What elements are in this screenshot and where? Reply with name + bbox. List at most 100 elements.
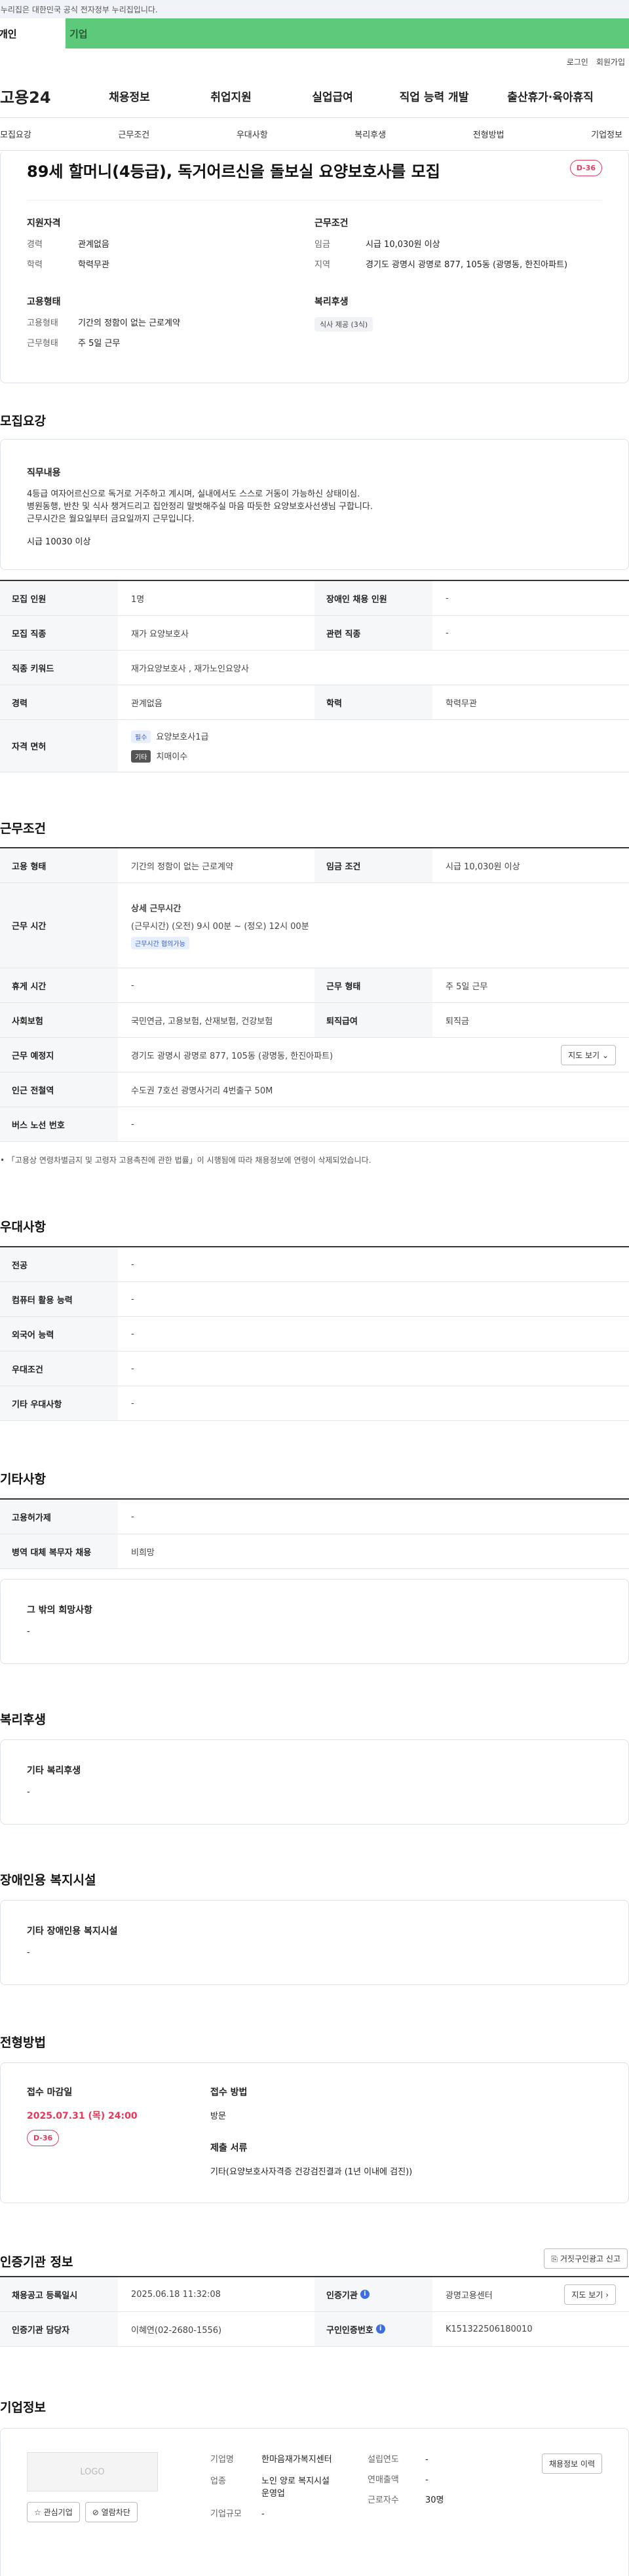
anchor-recruit[interactable]: 모집요강 (0, 128, 31, 140)
global-nav: 고용24 채용정보 취업지원 실업급여 직업 능력 개발 출산휴가·육아휴직 (0, 75, 629, 118)
retirement-label: 퇴직급여 (314, 1003, 432, 1037)
reg-date-label: 채용공고 등록일시 (0, 2277, 118, 2311)
site-logo[interactable]: 고용24 (0, 85, 79, 107)
anchor-benefit[interactable]: 복리후생 (354, 128, 386, 140)
license-value: 치매이수 (156, 751, 188, 762)
keyword-label: 직종 키워드 (0, 651, 118, 685)
disabled-count-label: 장애인 채용 인원 (314, 581, 432, 615)
signup-link[interactable]: 회원가입 (596, 56, 625, 67)
deadline-value: 2025.07.31 (목) 24:00 (27, 2111, 138, 2121)
gnb-item-jobs[interactable]: 채용정보 (79, 88, 180, 104)
hours-heading: 상세 근무시간 (131, 904, 181, 914)
gnb-item-training[interactable]: 직업 능력 개발 (383, 88, 485, 104)
emp-type-label: 고용형태 (27, 318, 58, 328)
form-label: 근무 형태 (314, 968, 432, 1002)
agency-value: 광명고용센터 (446, 2290, 493, 2301)
pref-cond-value: - (131, 1363, 134, 1374)
company-size-label: 기업규모 (210, 2509, 242, 2519)
dday-badge: D-36 (569, 160, 602, 176)
military-label: 병역 대체 복무자 채용 (0, 1534, 118, 1568)
founded-label: 설립연도 (368, 2455, 399, 2465)
agency-map-button[interactable]: 지도 보기 › (564, 2284, 616, 2305)
audience-corporate-tab[interactable]: 기업 (66, 18, 629, 48)
recruit-count-label: 모집 인원 (0, 581, 118, 615)
benefit-heading: 기타 복리후생 (27, 1766, 81, 1776)
duty-wage: 시급 10030 이상 (27, 537, 91, 547)
auth-number-label: 구인인증번호 i (314, 2312, 432, 2346)
language-value: - (131, 1329, 134, 1339)
duty-heading: 직무내용 (27, 468, 61, 478)
recruit-table: 모집 인원 1명 장애인 채용 인원 - 모집 직종 재가 요양보호사 관련 직종 - 직종… (0, 580, 629, 772)
emp-type-value: 기간의 정함이 없는 근로계약 (78, 318, 180, 328)
career-row-value: 관계없음 (131, 698, 162, 709)
block-view-button[interactable]: ⊘ 열람차단 (85, 2502, 138, 2522)
major-label: 전공 (0, 1247, 118, 1281)
pref-table: 전공 - 컴퓨터 활용 능력 - 외국어 능력 - 우대조건 - 기타 우대사항 - (0, 1246, 629, 1421)
work-form-label: 근무형태 (27, 339, 58, 349)
report-fake-ad-button[interactable]: ⎘ 거짓구인광고 신고 (544, 2248, 628, 2269)
wage-cond-value: 시급 10,030원 이상 (446, 862, 520, 872)
screen-section-title: 전형방법 (0, 2036, 46, 2050)
recruit-section-title: 모집요강 (0, 414, 46, 428)
method-value: 방문 (210, 2112, 226, 2121)
map-button[interactable]: 지도 보기 ⌄ (561, 1044, 616, 1065)
qual-heading: 지원자격 (27, 218, 61, 229)
insurance-label: 사회보험 (0, 1003, 118, 1037)
disabled-count-value: - (446, 593, 449, 603)
pc-skill-label: 컴퓨터 활용 능력 (0, 1282, 118, 1316)
audience-individual-tab[interactable]: 개인 (0, 18, 66, 48)
emp-heading: 고용형태 (27, 297, 61, 307)
screen-box: 접수 마감일 2025.07.31 (목) 24:00 D-36 접수 방법 방… (0, 2062, 629, 2203)
industry-label: 업종 (210, 2476, 226, 2486)
hours-chip: 근무시간 협의가능 (131, 937, 189, 949)
login-link[interactable]: 로그인 (567, 56, 588, 67)
gnb-item-unemployment[interactable]: 실업급여 (282, 88, 383, 104)
manager-value: 이혜연(02-2680-1556) (131, 2325, 222, 2336)
edu-row-label: 학력 (314, 685, 432, 719)
other-badge: 기타 (131, 749, 151, 763)
deadline-dday: D-36 (27, 2130, 60, 2146)
other-section-title: 기타사항 (0, 1472, 46, 1487)
disab-box: 기타 장애인용 복지시설 - (0, 1900, 629, 1985)
region-value: 경기도 광명시 광명로 877, 105동 (광명동, 한진아파트) (366, 260, 568, 270)
welfare-chip: 식사 제공 (3식) (314, 317, 373, 331)
edu-value: 학력무관 (78, 260, 109, 270)
anchor-work[interactable]: 근무조건 (118, 128, 149, 140)
auth-number-value: K151322506180010 (446, 2324, 533, 2334)
duty-line: 4등급 여자어르신으로 독거로 거주하고 계시며, 실내에서도 스스로 거동이 … (27, 489, 360, 499)
anchor-screen[interactable]: 전형방법 (473, 128, 505, 140)
company-name-label: 기업명 (210, 2455, 234, 2465)
edu-label: 학력 (27, 260, 43, 270)
favorite-company-button[interactable]: ☆ 관심기업 (27, 2502, 80, 2522)
company-section-title: 기업정보 (0, 2400, 46, 2415)
subway-label: 인근 전철역 (0, 1072, 118, 1107)
utility-links: 로그인 회원가입 (0, 48, 629, 75)
pc-skill-value: - (131, 1294, 134, 1304)
duty-box: 직무내용 4등급 여자어르신으로 독거로 거주하고 계시며, 실내에서도 스스로… (0, 439, 629, 570)
welfare-heading: 복리후생 (314, 297, 349, 307)
keyword-value: 재가요양보호사 , 재가노인요양사 (131, 664, 249, 674)
license-value: 요양보호사1급 (156, 732, 209, 742)
wish-box: 그 밖의 희망사항 - (0, 1579, 629, 1664)
language-label: 외국어 능력 (0, 1317, 118, 1351)
eps-value: - (131, 1511, 134, 1522)
disab-section-title: 장애인용 복지시설 (0, 1873, 96, 1887)
major-value: - (131, 1259, 134, 1270)
info-icon[interactable]: i (360, 2290, 370, 2299)
location-value: 경기도 광명시 광명로 877, 105동 (광명동, 한진아파트) (131, 1051, 334, 1061)
gnb-item-support[interactable]: 취업지원 (180, 88, 282, 104)
company-name-value: 한마음재가복지센터 (261, 2455, 332, 2465)
documents-heading: 제출 서류 (210, 2143, 248, 2153)
gnb-item-leave[interactable]: 출산휴가·육아휴직 (485, 88, 616, 104)
pref-etc-value: - (131, 1398, 134, 1409)
anchor-pref[interactable]: 우대사항 (237, 128, 268, 140)
job-history-button[interactable]: 채용정보 이력 (541, 2453, 602, 2474)
anchor-company[interactable]: 기업정보 (591, 128, 622, 140)
pref-etc-label: 기타 우대사항 (0, 1386, 118, 1420)
info-icon[interactable]: i (375, 2324, 385, 2334)
job-summary-card: 89세 할머니(4등급), 독거어르신을 돌보실 요양보호사를 모집 D-36 … (0, 151, 629, 383)
insurance-value: 국민연금, 고용보험, 산재보험, 건강보험 (131, 1016, 273, 1027)
benefit-section-title: 복리후생 (0, 1713, 46, 1727)
chevron-right-icon: › (605, 2290, 609, 2300)
other-table: 고용허가제 - 병역 대체 복무자 채용 비희망 (0, 1498, 629, 1569)
